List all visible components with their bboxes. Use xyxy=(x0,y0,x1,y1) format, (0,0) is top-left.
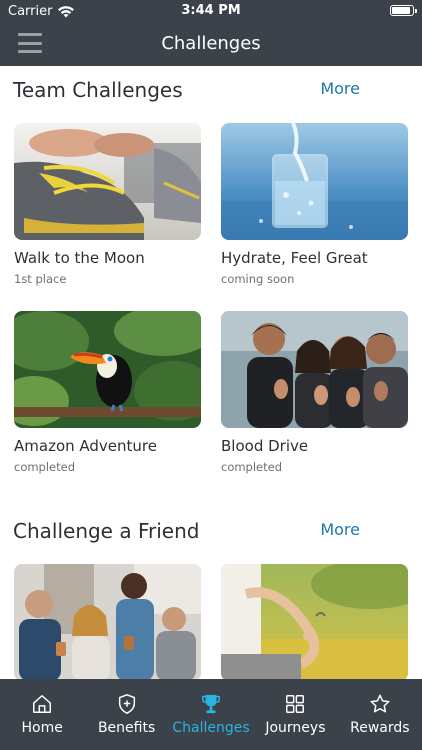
nav-bar: Challenges xyxy=(0,22,422,66)
more-link-team-challenges[interactable]: More xyxy=(320,79,360,98)
group-thumbs-up-photo xyxy=(221,311,408,428)
meditation-photo xyxy=(221,564,408,679)
office-coffee-photo xyxy=(14,564,201,679)
tab-journeys[interactable]: Journeys xyxy=(253,679,337,750)
challenge-card-hydrate-feel-great[interactable]: Hydrate, Feel Great coming soon xyxy=(221,123,408,286)
shield-plus-icon xyxy=(118,694,135,714)
challenge-status: 1st place xyxy=(14,272,67,286)
challenge-status: completed xyxy=(221,460,283,474)
tab-bar: Home Benefits Challenges Journeys Reward… xyxy=(0,679,422,750)
star-icon xyxy=(370,694,390,713)
challenge-status: coming soon xyxy=(221,272,295,286)
more-link-challenge-a-friend[interactable]: More xyxy=(320,520,360,539)
tab-label: Challenges xyxy=(172,720,250,736)
water-glass-photo xyxy=(221,123,408,240)
friend-challenge-card-meditation[interactable] xyxy=(221,564,408,679)
tab-challenges[interactable]: Challenges xyxy=(169,679,253,750)
challenge-card-amazon-adventure[interactable]: Amazon Adventure completed xyxy=(14,311,201,474)
toucan-photo xyxy=(14,311,201,428)
tab-label: Benefits xyxy=(97,720,156,736)
tab-label: Rewards xyxy=(350,720,410,736)
status-time: 3:44 PM xyxy=(181,3,241,18)
challenge-name: Amazon Adventure xyxy=(14,437,157,455)
status-bar: Carrier 3:44 PM xyxy=(0,0,422,22)
battery-icon xyxy=(390,5,417,16)
tab-benefits[interactable]: Benefits xyxy=(84,679,168,750)
challenge-status: completed xyxy=(14,460,76,474)
page-title: Challenges xyxy=(161,33,261,54)
tab-label: Home xyxy=(21,720,63,736)
tab-label: Journeys xyxy=(265,720,326,736)
tab-home[interactable]: Home xyxy=(0,679,84,750)
grid-icon xyxy=(286,695,305,713)
sneaker-lacing-photo xyxy=(14,123,201,240)
challenge-card-blood-drive[interactable]: Blood Drive completed xyxy=(221,311,408,474)
team-challenges-header: Team Challenges More xyxy=(0,78,422,118)
challenges-scroll-view[interactable]: Team Challenges More Walk to the Moon 1s… xyxy=(0,66,422,679)
challenge-name: Walk to the Moon xyxy=(14,249,145,267)
home-icon xyxy=(33,695,52,713)
challenge-name: Hydrate, Feel Great xyxy=(221,249,368,267)
challenge-a-friend-header: Challenge a Friend More xyxy=(0,519,422,559)
section-title: Team Challenges xyxy=(13,78,183,102)
section-title: Challenge a Friend xyxy=(13,519,200,543)
trophy-icon xyxy=(202,694,220,714)
challenge-card-walk-to-the-moon[interactable]: Walk to the Moon 1st place xyxy=(14,123,201,286)
tab-rewards[interactable]: Rewards xyxy=(338,679,422,750)
friend-challenge-card-office[interactable] xyxy=(14,564,201,679)
challenge-name: Blood Drive xyxy=(221,437,309,455)
top-bar: Carrier 3:44 PM Challenges xyxy=(0,0,422,66)
